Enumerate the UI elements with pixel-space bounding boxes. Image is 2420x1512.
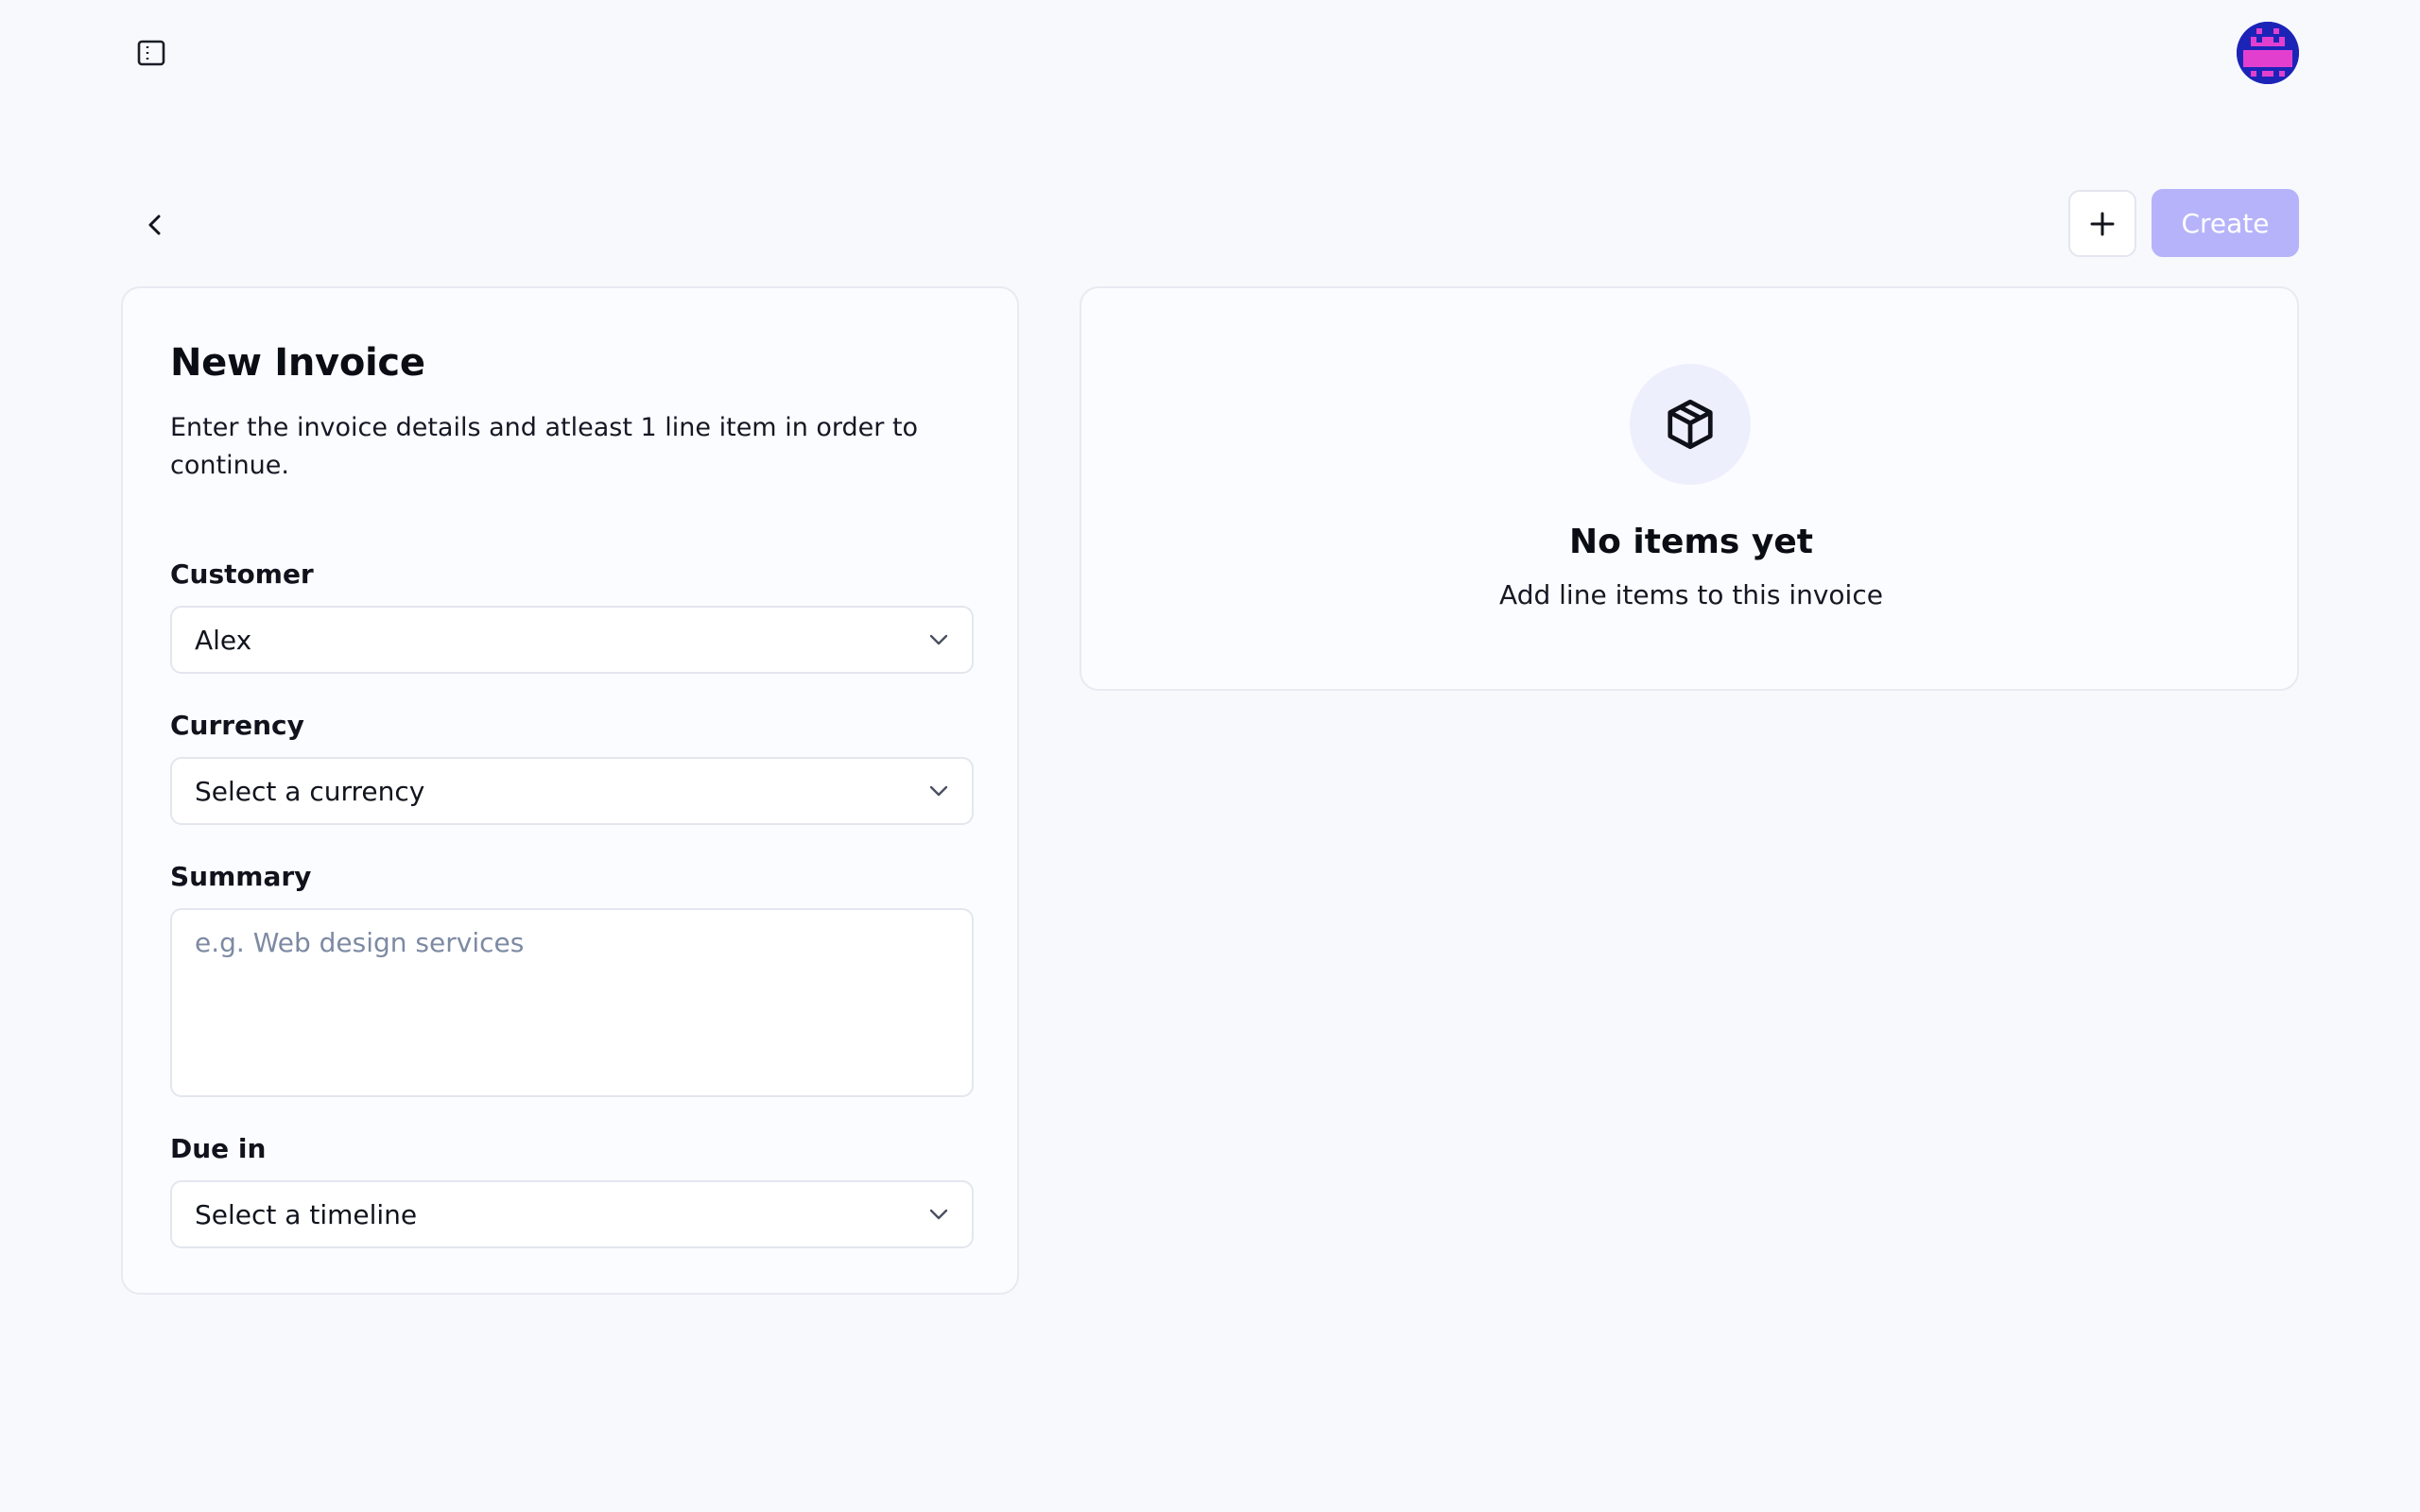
create-button[interactable]: Create bbox=[2152, 189, 2299, 257]
form-description: Enter the invoice details and atleast 1 … bbox=[170, 413, 919, 480]
summary-label: Summary bbox=[170, 861, 312, 892]
empty-state-title: No items yet bbox=[1569, 523, 1813, 561]
currency-label: Currency bbox=[170, 710, 304, 741]
currency-select[interactable]: Select a currency bbox=[170, 757, 974, 825]
empty-state-subtitle: Add line items to this invoice bbox=[1499, 579, 1883, 610]
summary-input[interactable] bbox=[170, 908, 974, 1097]
page-title: New Invoice bbox=[170, 341, 425, 385]
empty-state-icon-circle bbox=[1630, 364, 1751, 485]
currency-value: Select a currency bbox=[195, 775, 425, 807]
chevron-down-icon bbox=[929, 785, 948, 797]
user-avatar[interactable] bbox=[2237, 22, 2299, 84]
line-items-card: No items yet Add line items to this invo… bbox=[1080, 286, 2299, 691]
invoice-page: Create New Invoice Enter the invoice det… bbox=[0, 0, 2420, 1512]
pixel-avatar-icon bbox=[2237, 22, 2299, 84]
chevron-down-icon bbox=[929, 634, 948, 645]
chevron-down-icon bbox=[929, 1209, 948, 1220]
due-in-label: Due in bbox=[170, 1133, 267, 1164]
back-button[interactable] bbox=[138, 208, 172, 242]
due-in-select[interactable]: Select a timeline bbox=[170, 1180, 974, 1248]
package-icon bbox=[1668, 399, 1713, 450]
customer-label: Customer bbox=[170, 558, 314, 590]
sidebar-toggle-button[interactable] bbox=[132, 38, 170, 68]
add-item-button[interactable] bbox=[2068, 190, 2136, 257]
due-in-value: Select a timeline bbox=[195, 1198, 418, 1230]
customer-value: Alex bbox=[195, 624, 252, 656]
chevron-left-icon bbox=[148, 215, 161, 235]
invoice-form-card: New Invoice Enter the invoice details an… bbox=[121, 286, 1019, 1295]
plus-icon bbox=[2090, 212, 2115, 235]
customer-select[interactable]: Alex bbox=[170, 606, 974, 674]
sidebar-panel-icon bbox=[137, 40, 165, 66]
